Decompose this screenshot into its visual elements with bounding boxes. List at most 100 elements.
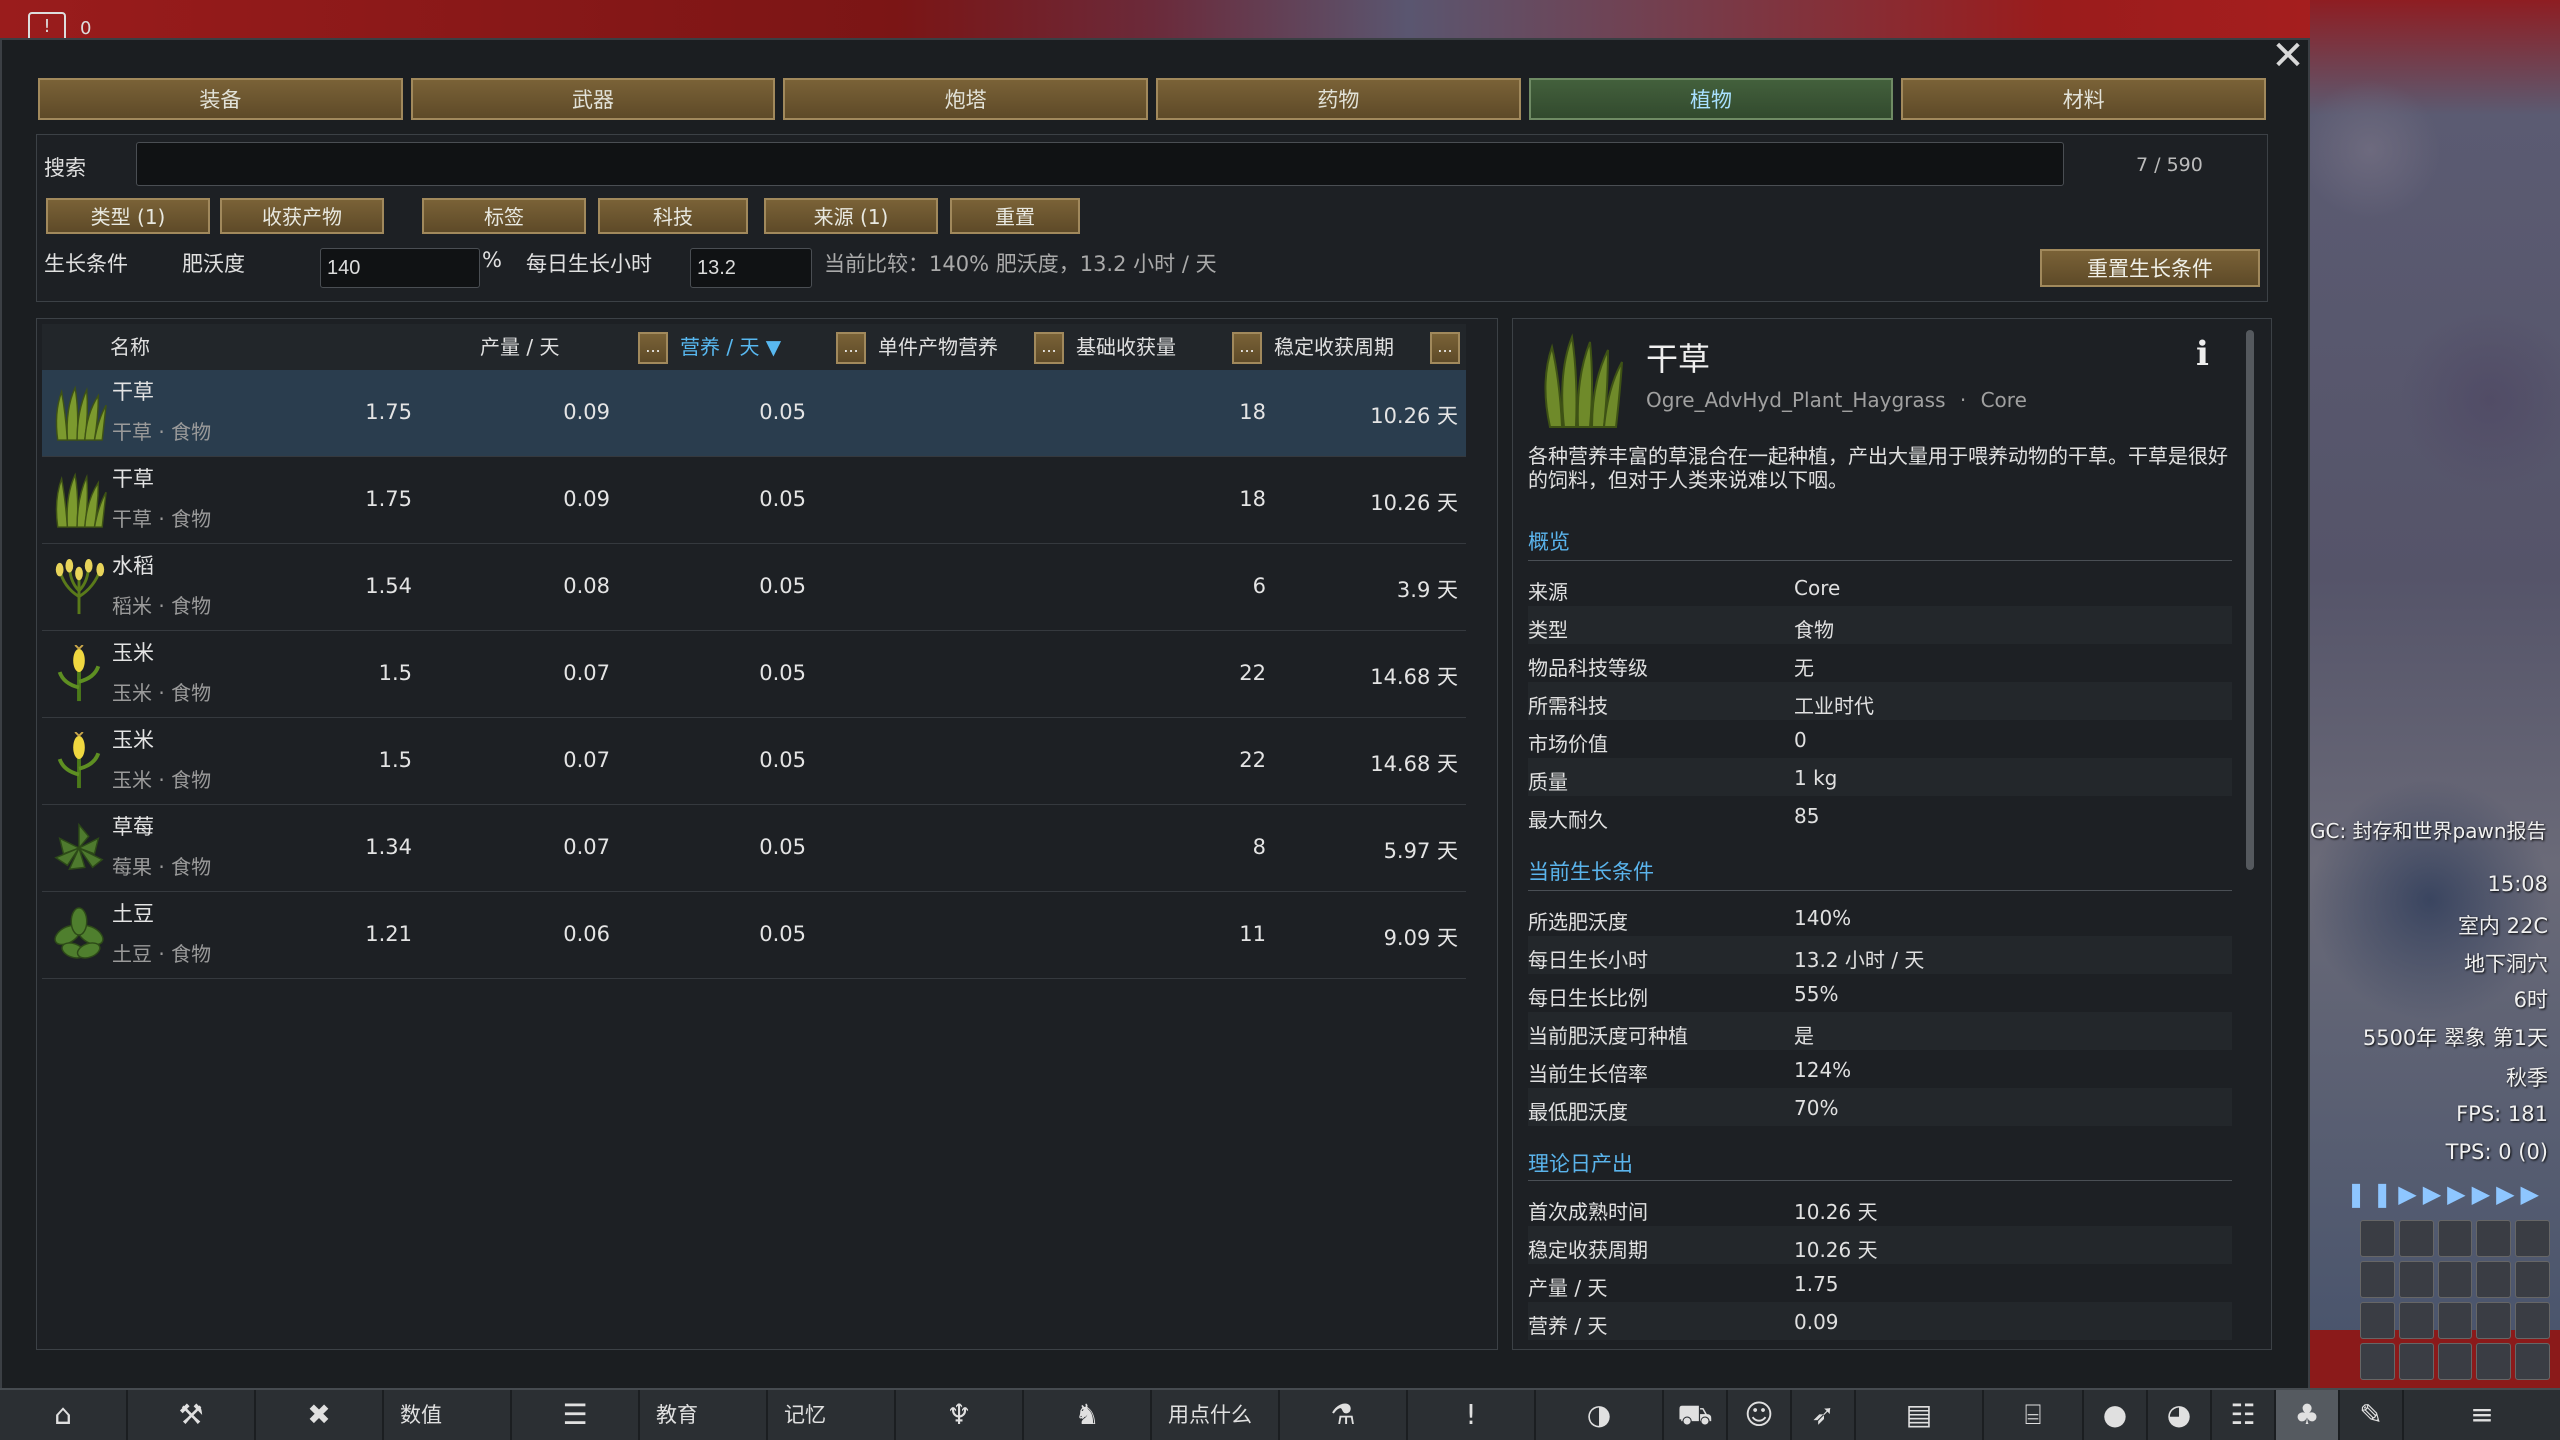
filter-source-button[interactable]: 来源 (1) — [764, 198, 938, 234]
toggle-icon[interactable] — [2360, 1343, 2395, 1380]
table-row[interactable]: 玉米 玉米 · 食物 1.5 0.07 0.05 22 14.68 天 — [42, 631, 1466, 718]
tab-plants[interactable]: 植物 — [1528, 78, 1894, 120]
toggle-icon[interactable] — [2360, 1261, 2395, 1298]
speed-controls[interactable]: ❚❚▶▶▶▶▶▶ — [2346, 1180, 2545, 1208]
plant-name: 玉米 — [112, 641, 154, 665]
toggle-icon[interactable] — [2437, 1261, 2473, 1298]
detail-row: 最大耐久 85 — [1528, 796, 2232, 834]
result-count: 7 / 590 — [2136, 154, 2203, 176]
col-nutrition[interactable]: 营养 / 天 ▼ — [680, 324, 781, 370]
tab-drugs[interactable]: 药物 — [1156, 78, 1521, 120]
stats-button[interactable]: 数值 — [384, 1390, 512, 1440]
memory-button[interactable]: 记忆 — [768, 1390, 896, 1440]
col-base-harvest[interactable]: 基础收获量 — [1076, 324, 1176, 370]
plants-browser-button[interactable]: ♣ — [2276, 1390, 2340, 1440]
toggle-icon[interactable] — [2515, 1302, 2550, 1339]
detail-value: 1.75 — [1794, 1272, 1839, 1296]
filter-tags-button[interactable]: 标签 — [422, 198, 586, 234]
wildlife-button[interactable]: ♞ — [1024, 1390, 1152, 1440]
toggle-icon[interactable] — [2476, 1261, 2512, 1298]
col-yield[interactable]: 产量 / 天 — [480, 324, 559, 370]
plant-name: 草莓 — [112, 815, 154, 839]
quests-button[interactable]: ! — [1408, 1390, 1536, 1440]
faster-icon[interactable]: ▶▶▶ — [2472, 1180, 2545, 1208]
table-row[interactable]: 干草 干草 · 食物 1.75 0.09 0.05 18 10.26 天 — [42, 370, 1466, 457]
filter-research-button[interactable]: 科技 — [598, 198, 748, 234]
reset-grow-button[interactable]: 重置生长条件 — [2040, 249, 2260, 287]
col-unit-nutrition[interactable]: 单件产物营养 — [878, 324, 998, 370]
history-button[interactable]: ▤ — [1856, 1390, 1984, 1440]
tab-materials[interactable]: 材料 — [1901, 78, 2267, 120]
fertility-input[interactable] — [320, 248, 480, 288]
detail-value: Core — [1794, 576, 1841, 600]
detail-key: 营养 / 天 — [1528, 1314, 1608, 1338]
close-icon[interactable]: ✕ — [2270, 36, 2306, 76]
col-unit-options-button[interactable]: ... — [1034, 332, 1064, 364]
detail-row: 稳定收获周期 10.26 天 — [1528, 1226, 2232, 1264]
detail-scrollbar[interactable] — [2246, 330, 2254, 870]
ship-button[interactable]: ➶ — [1792, 1390, 1856, 1440]
table-row[interactable]: 草莓 莓果 · 食物 1.34 0.07 0.05 8 5.97 天 — [42, 805, 1466, 892]
toggle-icon[interactable] — [2398, 1302, 2434, 1339]
detail-def-name[interactable]: Ogre_AdvHyd_Plant_Haygrass — [1646, 388, 1946, 412]
col-cycle[interactable]: 稳定收获周期 — [1274, 324, 1394, 370]
log-button[interactable]: ☷ — [2212, 1390, 2276, 1440]
filter-harvest-button[interactable]: 收获产物 — [220, 198, 384, 234]
grow-hours-input[interactable] — [690, 248, 812, 288]
col-name[interactable]: 名称 — [110, 324, 150, 370]
edit-button[interactable]: ✎ — [2340, 1390, 2404, 1440]
col-cycle-options-button[interactable]: ... — [1430, 332, 1460, 364]
table-row[interactable]: 玉米 玉米 · 食物 1.5 0.07 0.05 22 14.68 天 — [42, 718, 1466, 805]
filter-reset-button[interactable]: 重置 — [950, 198, 1080, 234]
pause-icon[interactable]: ❚❚ — [2346, 1180, 2398, 1208]
search-input[interactable] — [136, 142, 2064, 186]
tab-apparel[interactable]: 装备 — [38, 78, 403, 120]
toggle-icon[interactable] — [2437, 1220, 2473, 1257]
table-row[interactable]: 干草 干草 · 食物 1.75 0.09 0.05 18 10.26 天 — [42, 457, 1466, 544]
toggle-icon[interactable] — [2437, 1302, 2473, 1339]
toggle-icon[interactable] — [2360, 1220, 2395, 1257]
col-yield-options-button[interactable]: ... — [638, 332, 668, 364]
toggle-icon[interactable] — [2476, 1220, 2512, 1257]
work-button[interactable]: ✖ — [256, 1390, 384, 1440]
world-button[interactable]: ◑ — [1536, 1390, 1664, 1440]
col-harvest-options-button[interactable]: ... — [1232, 332, 1262, 364]
cell-nutrition: 0.07 — [563, 661, 610, 685]
toggle-icon[interactable] — [2437, 1343, 2473, 1380]
schedule-button[interactable]: ☰ — [512, 1390, 640, 1440]
filter-type-button[interactable]: 类型 (1) — [46, 198, 210, 234]
fast-icon[interactable]: ▶▶ — [2423, 1180, 2472, 1208]
tab-turrets[interactable]: 炮塔 — [783, 78, 1149, 120]
toggle-icon[interactable] — [2398, 1220, 2434, 1257]
play-icon[interactable]: ▶ — [2398, 1180, 2422, 1208]
mask-button[interactable]: ◕ — [2148, 1390, 2212, 1440]
factions-button[interactable]: ⌸ — [1984, 1390, 2084, 1440]
table-row[interactable]: 土豆 土豆 · 食物 1.21 0.06 0.05 11 9.09 天 — [42, 892, 1466, 979]
gc-report-text[interactable]: GC: 封存和世界pawn报告 — [2310, 815, 2547, 844]
trade-button[interactable]: ⛟ — [1664, 1390, 1728, 1440]
info-icon[interactable]: i — [2196, 334, 2209, 374]
cell-base-harvest: 8 — [1252, 835, 1266, 859]
ideas-button[interactable]: ● — [2084, 1390, 2148, 1440]
pawn-button[interactable]: ☺ — [1728, 1390, 1792, 1440]
toggle-icon[interactable] — [2398, 1343, 2434, 1380]
toggle-icon[interactable] — [2515, 1261, 2550, 1298]
research-button[interactable]: ⚗ — [1280, 1390, 1408, 1440]
col-nutrition-options-button[interactable]: ... — [836, 332, 866, 364]
home-button[interactable]: ⌂ — [0, 1390, 128, 1440]
cell-cycle: 10.26 天 — [1370, 491, 1458, 515]
table-row[interactable]: 水稻 稻米 · 食物 1.54 0.08 0.05 6 3.9 天 — [42, 544, 1466, 631]
toggle-icon[interactable] — [2360, 1302, 2395, 1339]
toggle-icon[interactable] — [2398, 1261, 2434, 1298]
education-button[interactable]: 教育 — [640, 1390, 768, 1440]
apparel-button[interactable]: ♆ — [896, 1390, 1024, 1440]
toggle-icon[interactable] — [2515, 1220, 2550, 1257]
toggle-icon[interactable] — [2515, 1343, 2550, 1380]
detail-key: 来源 — [1528, 580, 1568, 604]
toggle-icon[interactable] — [2476, 1302, 2512, 1339]
architect-button[interactable]: ⚒ — [128, 1390, 256, 1440]
what-use-button[interactable]: 用点什么 — [1152, 1390, 1280, 1440]
toggle-icon[interactable] — [2476, 1343, 2512, 1380]
menu-button[interactable]: ≡ — [2404, 1390, 2560, 1440]
tab-weapons[interactable]: 武器 — [410, 78, 776, 120]
